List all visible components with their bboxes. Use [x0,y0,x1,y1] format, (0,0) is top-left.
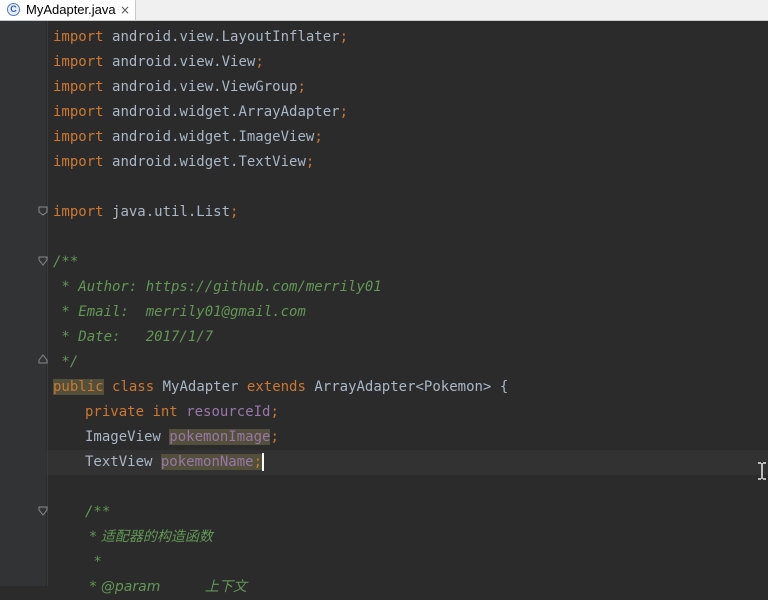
code-line: import android.widget.ImageView; [53,129,323,145]
code-line: * Author: https://github.com/merrily01 [53,279,382,295]
java-class-icon: C [7,3,20,16]
code-line: * [85,554,102,570]
code-line: * Email: merrily01@gmail.com [53,304,306,320]
code-editor[interactable]: import android.view.LayoutInflater; impo… [46,21,768,595]
code-line: */ [53,354,79,370]
code-line: * @param 上下文 [85,579,247,595]
code-line: /** [53,254,79,270]
fold-end-icon[interactable] [38,354,48,364]
code-line: import android.widget.TextView; [53,154,315,170]
code-line: import android.widget.ArrayAdapter; [53,104,349,120]
code-line: import android.view.LayoutInflater; [53,29,349,45]
fold-start-icon[interactable] [38,256,48,266]
fold-start-icon[interactable] [38,506,48,516]
code-line: private int resourceId; [85,404,279,420]
fold-end-icon[interactable] [38,206,48,216]
tab-label: MyAdapter.java [26,2,116,17]
code-line: import android.view.View; [53,54,264,70]
editor-tab-bar: C MyAdapter.java × [0,0,768,21]
code-line: * Date: 2017/1/7 [53,329,214,345]
code-line: import java.util.List; [53,204,239,220]
code-line: public class MyAdapter extends ArrayAdap… [53,379,509,395]
code-line: ImageView pokemonImage; [85,429,279,445]
code-line-current: TextView pokemonName; [46,450,768,475]
indent-guide [47,21,48,586]
code-line: import android.view.ViewGroup; [53,79,306,95]
text-caret [262,453,265,471]
code-line: * 适配器的构造函数 [85,529,213,545]
text-cursor-icon [758,462,766,480]
close-icon[interactable]: × [120,2,130,18]
tab-myadapter-java[interactable]: C MyAdapter.java × [0,0,136,20]
code-line: /** [85,504,111,520]
editor-gutter[interactable] [0,21,46,586]
